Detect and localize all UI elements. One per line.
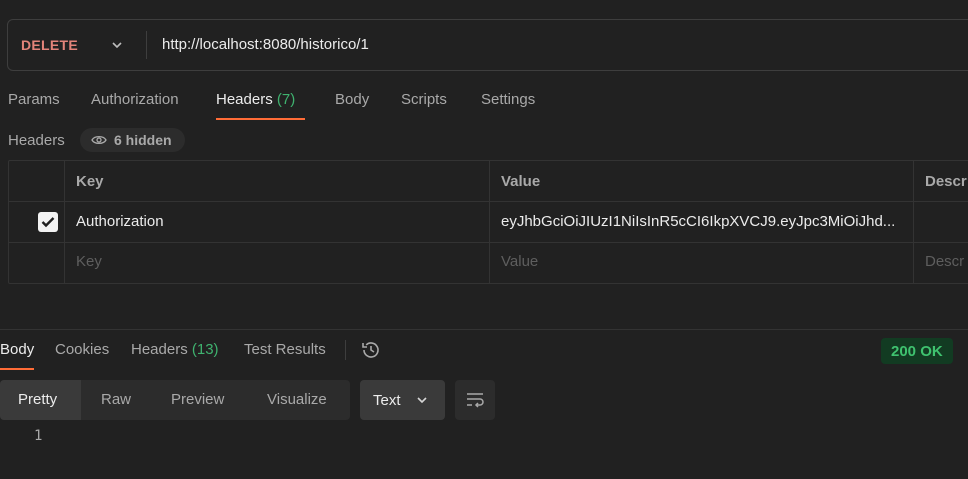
header-enabled-checkbox[interactable] <box>38 212 58 232</box>
chevron-down-icon[interactable] <box>110 38 124 52</box>
tab-label: Test Results <box>244 341 326 358</box>
hidden-headers-toggle[interactable]: 6 hidden <box>80 128 185 152</box>
header-value-cell[interactable]: eyJhbGciOiJIUzI1NiIsInR5cCI6IkpXVCJ9.eyJ… <box>501 213 909 230</box>
row-divider <box>8 242 968 243</box>
tab-count: (7) <box>276 91 296 108</box>
url-divider <box>146 31 147 59</box>
eye-icon <box>91 135 107 145</box>
tab-scripts[interactable]: Scripts <box>401 91 447 108</box>
response-tab-test-results[interactable]: Test Results <box>244 341 326 358</box>
tab-params[interactable]: Params <box>8 91 60 108</box>
hidden-count: 6 hidden <box>114 132 172 148</box>
active-response-tab-indicator <box>0 368 34 370</box>
history-icon[interactable] <box>360 339 382 361</box>
wrap-lines-icon <box>467 393 484 408</box>
tab-label: Body <box>335 91 370 108</box>
tab-separator <box>345 340 346 360</box>
wrap-lines-button[interactable] <box>455 380 495 420</box>
response-tab-cookies[interactable]: Cookies <box>55 341 109 358</box>
checkmark-icon <box>41 217 55 228</box>
tab-label: Headers <box>131 341 188 358</box>
new-value-input[interactable]: Value <box>501 253 538 270</box>
line-number: 1 <box>34 428 43 444</box>
tab-label: Params <box>8 91 60 108</box>
method-select[interactable]: DELETE <box>21 37 78 53</box>
new-description-input[interactable]: Descr <box>925 253 964 270</box>
view-mode-raw[interactable]: Raw <box>101 391 131 408</box>
tab-settings[interactable]: Settings <box>481 91 535 108</box>
column-header-key: Key <box>76 173 104 190</box>
column-divider <box>64 160 65 284</box>
tab-label: Body <box>0 341 35 358</box>
active-tab-indicator <box>216 118 305 120</box>
url-bar <box>7 19 968 71</box>
headers-section-title: Headers <box>8 132 65 149</box>
view-mode-preview[interactable]: Preview <box>171 391 224 408</box>
response-divider <box>0 329 968 330</box>
tab-headers[interactable]: Headers (7) <box>216 91 295 108</box>
tab-label: Settings <box>481 91 536 108</box>
column-divider <box>489 160 490 284</box>
response-tab-body[interactable]: Body <box>0 341 34 358</box>
format-label: Text <box>373 391 401 409</box>
column-header-description: Descr <box>925 173 967 190</box>
tab-label: Headers <box>216 91 273 108</box>
header-key-cell[interactable]: Authorization <box>76 213 164 230</box>
tab-body[interactable]: Body <box>335 91 369 108</box>
tab-count: (13) <box>191 341 219 358</box>
tab-label: Cookies <box>55 341 110 358</box>
tab-label: Authorization <box>91 91 179 108</box>
view-mode-visualize[interactable]: Visualize <box>267 391 327 408</box>
row-divider <box>8 201 968 202</box>
response-tab-headers[interactable]: Headers (13) <box>131 341 219 358</box>
column-divider <box>913 160 914 284</box>
tab-label: Scripts <box>401 91 447 108</box>
chevron-down-icon <box>416 397 427 404</box>
url-input[interactable]: http://localhost:8080/historico/1 <box>162 36 369 53</box>
status-badge: 200 OK <box>881 338 953 364</box>
tab-authorization[interactable]: Authorization <box>91 91 179 108</box>
new-key-input[interactable]: Key <box>76 253 102 270</box>
view-mode-pretty[interactable]: Pretty <box>18 391 57 408</box>
column-header-value: Value <box>501 173 541 190</box>
format-select[interactable]: Text <box>360 380 445 420</box>
